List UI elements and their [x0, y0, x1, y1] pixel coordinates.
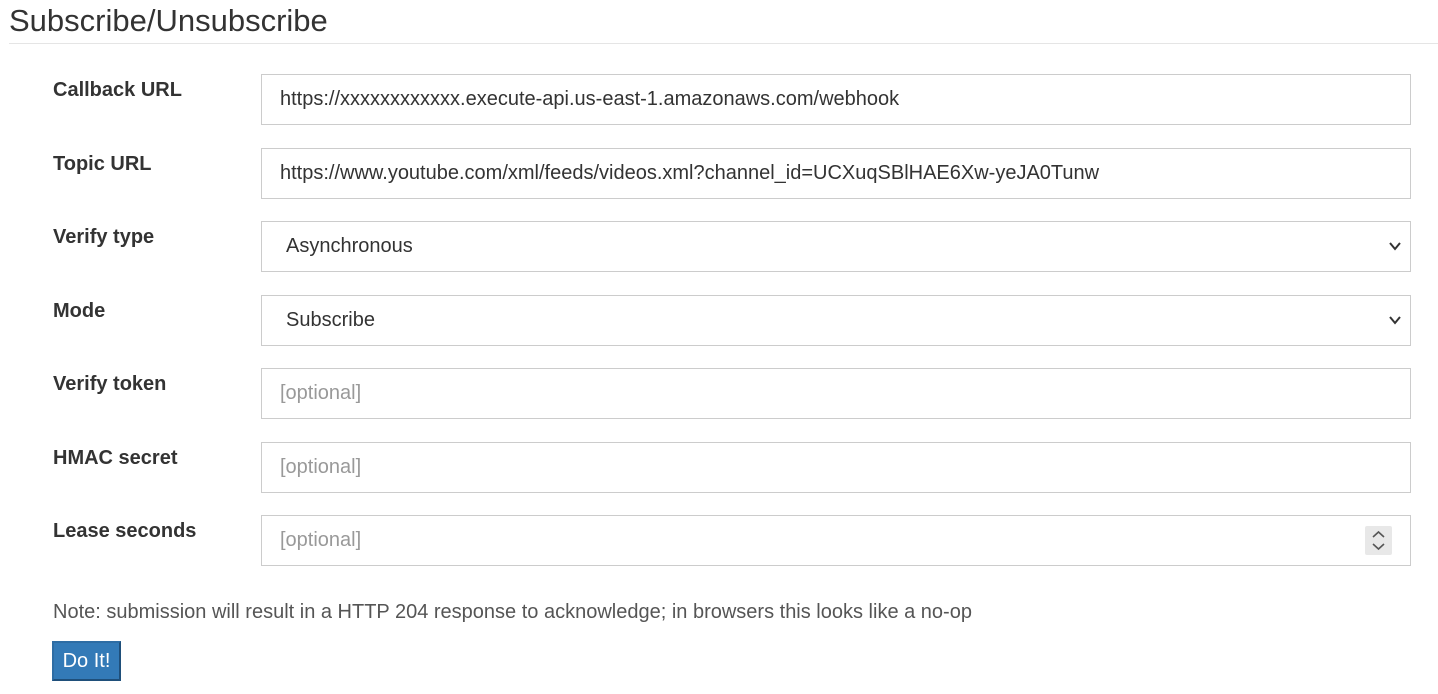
topic-url-row: Topic URL https://www.youtube.com/xml/fe…: [0, 148, 1438, 200]
title-divider: [9, 43, 1438, 44]
verify-type-label: Verify type: [53, 226, 155, 248]
callback-url-row: Callback URL https://xxxxxxxxxxxx.execut…: [0, 74, 1438, 126]
mode-label: Mode: [53, 300, 106, 322]
mode-selected-value: Subscribe: [286, 309, 375, 331]
verify-token-input[interactable]: [optional]: [261, 368, 1411, 419]
mode-row: Mode Subscribe: [0, 295, 1438, 347]
do-it-button[interactable]: Do It!: [52, 641, 121, 681]
mode-select[interactable]: Subscribe: [261, 295, 1411, 346]
hmac-secret-input[interactable]: [optional]: [261, 442, 1411, 493]
page-title: Subscribe/Unsubscribe: [9, 3, 328, 38]
spinner-arrows-icon[interactable]: [1365, 526, 1392, 555]
lease-seconds-label: Lease seconds: [53, 520, 197, 542]
hmac-secret-label: HMAC secret: [53, 447, 178, 469]
chevron-down-icon: [1389, 242, 1401, 251]
lease-seconds-placeholder: [optional]: [280, 529, 362, 551]
topic-url-label: Topic URL: [53, 153, 152, 175]
topic-url-value: https://www.youtube.com/xml/feeds/videos…: [280, 162, 1100, 184]
lease-seconds-input[interactable]: [optional]: [261, 515, 1411, 566]
verify-type-row: Verify type Asynchronous: [0, 221, 1438, 273]
hmac-secret-row: HMAC secret [optional]: [0, 442, 1438, 494]
verify-type-selected-value: Asynchronous: [286, 235, 413, 257]
hmac-secret-placeholder: [optional]: [280, 456, 362, 478]
callback-url-label: Callback URL: [53, 79, 182, 101]
chevron-down-icon: [1389, 316, 1401, 325]
topic-url-input[interactable]: https://www.youtube.com/xml/feeds/videos…: [261, 148, 1411, 199]
submission-note: Note: submission will result in a HTTP 2…: [53, 601, 972, 623]
verify-token-label: Verify token: [53, 373, 167, 395]
verify-token-placeholder: [optional]: [280, 382, 362, 404]
callback-url-value: https://xxxxxxxxxxxx.execute-api.us-east…: [280, 88, 900, 110]
lease-seconds-row: Lease seconds [optional]: [0, 515, 1438, 567]
verify-token-row: Verify token [optional]: [0, 368, 1438, 420]
verify-type-select[interactable]: Asynchronous: [261, 221, 1411, 272]
callback-url-input[interactable]: https://xxxxxxxxxxxx.execute-api.us-east…: [261, 74, 1411, 125]
